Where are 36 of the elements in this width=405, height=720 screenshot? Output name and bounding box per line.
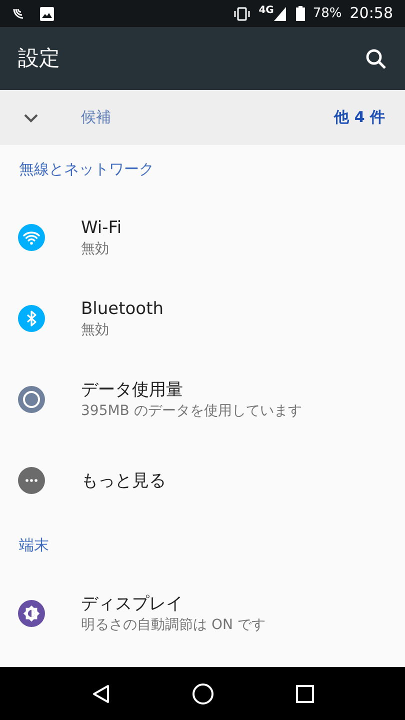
settings-item[interactable]: もっと見る [0,440,405,521]
recents-icon[interactable] [296,684,314,702]
battery-percentage: 78% [312,4,342,23]
home-icon[interactable] [192,682,214,704]
settings-item[interactable]: Bluetooth 無効 [0,278,405,359]
bluetooth-icon [18,305,45,332]
settings-item[interactable]: Wi-Fi 無効 [0,197,405,278]
item-summary: 明るさの自動調節は ON です [81,616,266,634]
item-summary: 無効 [81,240,110,258]
item-title: Wi-Fi [81,216,122,238]
wifi-icon [18,224,45,251]
item-title: もっと見る [81,470,166,492]
vibrate-icon [232,6,251,20]
image-icon [40,6,54,20]
section-header: 無線とネットワーク [19,160,154,178]
data-usage-icon [18,386,45,413]
search-icon[interactable] [365,48,387,70]
app-title: 設定 [18,44,61,72]
brightness-icon [18,600,45,627]
clock: 20:58 [350,3,393,24]
network-type: 4G [258,6,274,16]
battery-icon [296,6,305,21]
settings-item[interactable]: ディスプレイ 明るさの自動調節は ON です [0,573,405,654]
item-title: Bluetooth [81,298,164,320]
more-icon [18,467,45,494]
suggestions-label: 候補 [81,107,112,128]
signal-icon [274,6,286,20]
item-title: ディスプレイ [81,592,184,614]
item-title: データ使用量 [81,378,184,400]
item-summary: 無効 [81,320,110,340]
back-icon[interactable] [90,684,111,704]
item-summary: 395MB のデータを使用しています [81,402,302,420]
suggestions-count: 他 4 件 [334,107,385,128]
settings-item[interactable]: データ使用量 395MB のデータを使用しています [0,359,405,440]
suggestions-bar[interactable]: 候補 他 4 件 [0,90,405,145]
section-header: 端末 [19,536,49,554]
